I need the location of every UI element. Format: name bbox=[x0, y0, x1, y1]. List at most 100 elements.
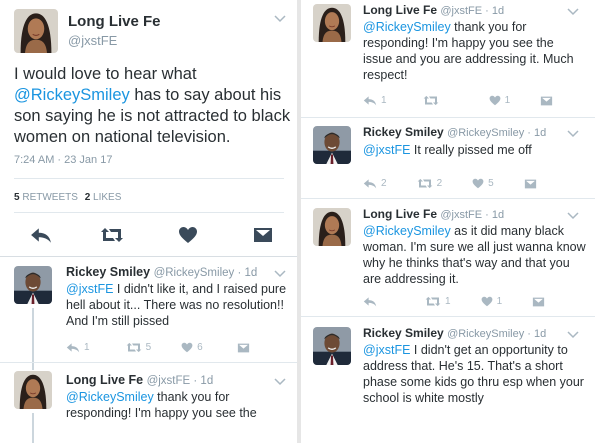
chevron-down-icon[interactable] bbox=[567, 212, 579, 222]
retweet-button[interactable]: 2 bbox=[417, 178, 443, 189]
direct-message-icon[interactable] bbox=[253, 227, 273, 248]
reply-text: @RickeySmiley as it did many black woman… bbox=[363, 223, 588, 287]
divider bbox=[14, 212, 284, 213]
reply-header: Long Live Fe @jxstFE · 1d bbox=[66, 373, 213, 387]
thread-line bbox=[32, 308, 34, 370]
direct-message-button[interactable] bbox=[540, 96, 557, 106]
divider bbox=[301, 117, 595, 118]
retweet-count: 5 bbox=[145, 342, 152, 353]
engagement-stats: 5 RETWEETS 2 LIKES bbox=[14, 192, 121, 203]
divider bbox=[0, 256, 297, 257]
reply-button[interactable]: 2 bbox=[363, 178, 387, 189]
direct-message-button[interactable] bbox=[524, 179, 541, 189]
reply-text-body: It really pissed me off bbox=[410, 143, 532, 157]
reply-text: @RickeySmiley thank you for responding! … bbox=[363, 19, 585, 83]
chevron-down-icon[interactable] bbox=[274, 15, 286, 25]
author-name[interactable]: Rickey Smiley bbox=[363, 326, 444, 340]
direct-message-button[interactable] bbox=[237, 343, 254, 353]
author-handle[interactable]: @jxstFE · 1d bbox=[147, 375, 214, 387]
reply-text: @jxstFE It really pissed me off bbox=[363, 142, 585, 158]
chevron-down-icon[interactable] bbox=[567, 130, 579, 140]
retweet-count: 1 bbox=[445, 296, 451, 307]
reply-count: 1 bbox=[381, 95, 387, 106]
chevron-down-icon[interactable] bbox=[274, 378, 286, 388]
retweets-label[interactable]: RETWEETS bbox=[22, 192, 78, 203]
like-button[interactable]: 1 bbox=[489, 95, 511, 106]
author-name[interactable]: Long Live Fe bbox=[68, 13, 161, 30]
reply-button[interactable]: 1 bbox=[363, 95, 387, 106]
reply-header: Long Live Fe @jxstFE · 1d bbox=[363, 3, 504, 17]
direct-message-button[interactable] bbox=[532, 297, 549, 307]
reply-action-bar: 1 1 bbox=[363, 296, 569, 307]
reply-icon[interactable] bbox=[30, 226, 52, 249]
like-count: 1 bbox=[496, 296, 503, 307]
like-count: 5 bbox=[488, 178, 494, 189]
reply-text: @jxstFE I didn't get an opportunity to a… bbox=[363, 342, 588, 406]
reply-header: Rickey Smiley @RickeySmiley · 1d bbox=[66, 265, 257, 279]
reply-action-bar: 1 5 6 bbox=[66, 342, 274, 353]
tweet-timestamp[interactable]: 7:24 AM · 23 Jan 17 bbox=[14, 154, 112, 166]
avatar[interactable] bbox=[313, 327, 351, 365]
retweet-button[interactable]: 1 bbox=[425, 296, 451, 307]
divider bbox=[301, 198, 595, 199]
reply-header: Long Live Fe @jxstFE · 1d bbox=[363, 207, 504, 221]
chevron-down-icon[interactable] bbox=[274, 270, 286, 280]
reply-button[interactable]: 1 bbox=[66, 342, 90, 353]
author-name[interactable]: Rickey Smiley bbox=[66, 265, 150, 279]
reply-button[interactable] bbox=[363, 296, 381, 307]
avatar[interactable] bbox=[313, 208, 351, 246]
like-icon[interactable] bbox=[178, 226, 198, 249]
author-handle[interactable]: @jxstFE · 1d bbox=[440, 209, 504, 221]
mention-link[interactable]: @jxstFE bbox=[363, 143, 410, 157]
reply-header: Rickey Smiley @RickeySmiley · 1d bbox=[363, 326, 546, 340]
author-handle[interactable]: @RickeySmiley · 1d bbox=[447, 127, 546, 139]
author-name[interactable]: Rickey Smiley bbox=[363, 125, 444, 139]
mention-link[interactable]: @RickeySmiley bbox=[66, 390, 154, 404]
likes-label[interactable]: LIKES bbox=[93, 192, 121, 203]
like-button[interactable]: 6 bbox=[181, 342, 203, 353]
reply-text: @jxstFE I didn't like it, and I raised p… bbox=[66, 281, 288, 329]
author-handle[interactable]: @jxstFE · 1d bbox=[440, 5, 504, 17]
divider bbox=[0, 362, 297, 363]
tweet-text: I would love to hear what @RickeySmiley … bbox=[14, 64, 292, 148]
retweet-count: 2 bbox=[436, 178, 443, 189]
reply-header: Rickey Smiley @RickeySmiley · 1d bbox=[363, 125, 546, 139]
mention-link[interactable]: @jxstFE bbox=[66, 282, 113, 296]
likes-count[interactable]: 2 bbox=[85, 192, 91, 203]
tweet-action-bar bbox=[0, 222, 297, 250]
thread-line bbox=[32, 413, 34, 443]
avatar[interactable] bbox=[313, 126, 351, 164]
avatar[interactable] bbox=[14, 371, 52, 409]
retweet-button[interactable]: 5 bbox=[126, 342, 152, 353]
like-button[interactable]: 1 bbox=[481, 296, 503, 307]
mention-link[interactable]: @RickeySmiley bbox=[14, 86, 130, 104]
mention-link[interactable]: @RickeySmiley bbox=[363, 224, 451, 238]
like-button[interactable]: 5 bbox=[472, 178, 494, 189]
reply-action-bar: 1 1 bbox=[363, 95, 577, 106]
author-handle[interactable]: @jxstFE bbox=[68, 33, 117, 48]
reply-count: 2 bbox=[381, 178, 387, 189]
divider bbox=[301, 316, 595, 317]
mention-link[interactable]: @jxstFE bbox=[363, 343, 410, 357]
retweet-button[interactable] bbox=[423, 95, 443, 106]
reply-action-bar: 2 2 5 bbox=[363, 178, 561, 189]
reply-count: 1 bbox=[84, 342, 90, 353]
author-name[interactable]: Long Live Fe bbox=[363, 207, 437, 221]
mention-link[interactable]: @RickeySmiley bbox=[363, 20, 451, 34]
author-handle[interactable]: @RickeySmiley · 1d bbox=[447, 328, 546, 340]
like-count: 1 bbox=[504, 95, 511, 106]
author-handle[interactable]: @RickeySmiley · 1d bbox=[154, 267, 258, 279]
left-screenshot-panel: Long Live Fe @jxstFE I would love to hea… bbox=[0, 0, 297, 443]
author-name[interactable]: Long Live Fe bbox=[66, 373, 143, 387]
retweet-icon[interactable] bbox=[100, 226, 124, 249]
retweets-count[interactable]: 5 bbox=[14, 192, 20, 203]
avatar[interactable] bbox=[14, 266, 52, 304]
divider bbox=[14, 178, 284, 179]
tweet-text-part-1: I would love to hear what bbox=[14, 65, 197, 83]
avatar[interactable] bbox=[14, 9, 58, 53]
author-name[interactable]: Long Live Fe bbox=[363, 3, 437, 17]
chevron-down-icon[interactable] bbox=[567, 331, 579, 341]
avatar[interactable] bbox=[313, 4, 351, 42]
like-count: 6 bbox=[197, 342, 203, 353]
chevron-down-icon[interactable] bbox=[567, 8, 579, 18]
